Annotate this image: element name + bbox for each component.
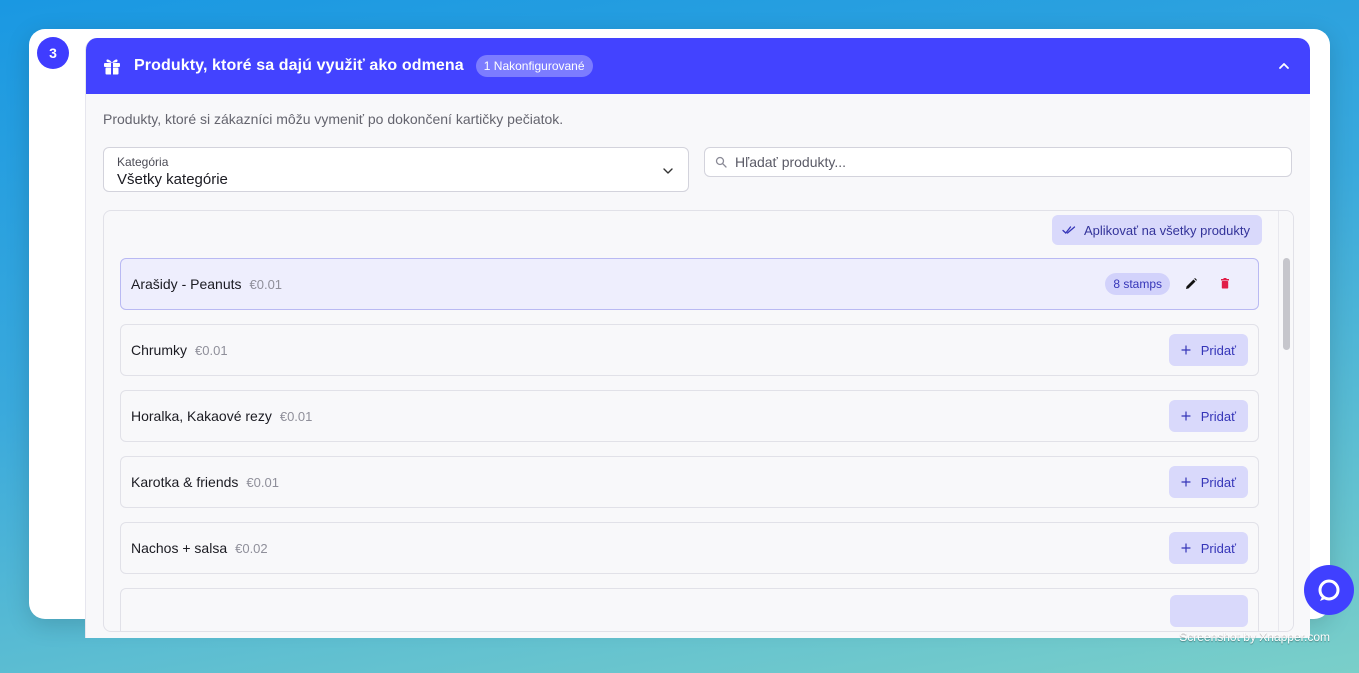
- section-description: Produkty, ktoré si zákazníci môžu vymeni…: [103, 111, 564, 127]
- product-price: €0.01: [279, 408, 313, 424]
- product-name: Karotka & friends: [131, 474, 239, 490]
- add-product-button[interactable]: Pridať: [1168, 532, 1248, 564]
- add-label: Pridať: [1200, 408, 1236, 424]
- plus-icon: [1181, 543, 1191, 553]
- product-row-partial: [120, 588, 1259, 631]
- add-product-button[interactable]: Pridať: [1168, 466, 1248, 498]
- product-name: Arašidy - Peanuts: [131, 276, 242, 292]
- scrollbar[interactable]: [1278, 211, 1293, 631]
- chevron-down-icon: [662, 164, 674, 176]
- add-label: Pridať: [1200, 342, 1236, 358]
- add-product-button[interactable]: [1170, 595, 1248, 627]
- product-price: €0.01: [246, 474, 279, 490]
- product-row: Horalka, Kakaové rezy €0.01 Pridať: [120, 390, 1259, 442]
- section-title: Produkty, ktoré sa dajú využiť ako odmen…: [134, 57, 464, 74]
- chat-icon: [1316, 577, 1342, 603]
- step-number: 3: [37, 37, 69, 69]
- category-label: Kategória: [117, 155, 169, 169]
- product-price: €0.02: [235, 540, 268, 556]
- product-price: €0.01: [195, 342, 228, 358]
- row-actions: Pridať: [1168, 457, 1248, 507]
- section-header[interactable]: Produkty, ktoré sa dajú využiť ako odmen…: [86, 38, 1310, 94]
- row-actions: 8 stamps: [1105, 259, 1248, 309]
- category-select[interactable]: Kategória Všetky kategórie: [103, 147, 689, 192]
- search-box[interactable]: [704, 147, 1292, 177]
- add-product-button[interactable]: Pridať: [1168, 400, 1248, 432]
- plus-icon: [1181, 477, 1191, 487]
- row-actions: Pridať: [1168, 325, 1248, 375]
- apply-all-button[interactable]: Aplikovať na všetky produkty: [1051, 215, 1262, 245]
- category-value: Všetky kategórie: [117, 171, 228, 188]
- row-actions: Pridať: [1168, 523, 1248, 573]
- product-name: Horalka, Kakaové rezy: [131, 408, 272, 424]
- add-product-button[interactable]: Pridať: [1168, 334, 1248, 366]
- add-label: Pridať: [1200, 540, 1236, 556]
- gift-icon: [102, 56, 122, 76]
- row-actions: Pridať: [1168, 391, 1248, 441]
- product-name: Chrumky: [131, 342, 188, 358]
- configured-badge: 1 Nakonfigurované: [475, 55, 593, 77]
- search-input[interactable]: [735, 154, 1275, 170]
- product-row: Nachos + salsa €0.02 Pridať: [120, 522, 1259, 574]
- watermark: Screenshot by Xnapper.com: [1179, 630, 1330, 644]
- search-icon: [715, 156, 727, 168]
- row-actions: [1170, 589, 1248, 631]
- product-list: Aplikovať na všetky produkty Arašidy - P…: [103, 210, 1294, 632]
- product-name: Nachos + salsa: [131, 540, 228, 556]
- plus-icon: [1181, 345, 1191, 355]
- apply-all-label: Aplikovať na všetky produkty: [1083, 222, 1250, 238]
- double-check-icon: [1062, 224, 1076, 236]
- edit-pencil-icon[interactable]: [1184, 277, 1198, 291]
- product-row[interactable]: Arašidy - Peanuts €0.01 8 stamps: [120, 258, 1259, 310]
- trash-icon[interactable]: [1218, 277, 1232, 291]
- chat-widget-button[interactable]: [1304, 565, 1354, 615]
- stamps-badge: 8 stamps: [1105, 273, 1170, 295]
- plus-icon: [1181, 411, 1191, 421]
- chevron-up-icon[interactable]: [1276, 58, 1292, 74]
- product-price: €0.01: [249, 276, 283, 292]
- rewards-section-card: Produkty, ktoré sa dajú využiť ako odmen…: [85, 38, 1310, 638]
- scrollbar-thumb[interactable]: [1283, 258, 1290, 350]
- add-label: Pridať: [1200, 474, 1236, 490]
- product-row: Chrumky €0.01 Pridať: [120, 324, 1259, 376]
- product-row: Karotka & friends €0.01 Pridať: [120, 456, 1259, 508]
